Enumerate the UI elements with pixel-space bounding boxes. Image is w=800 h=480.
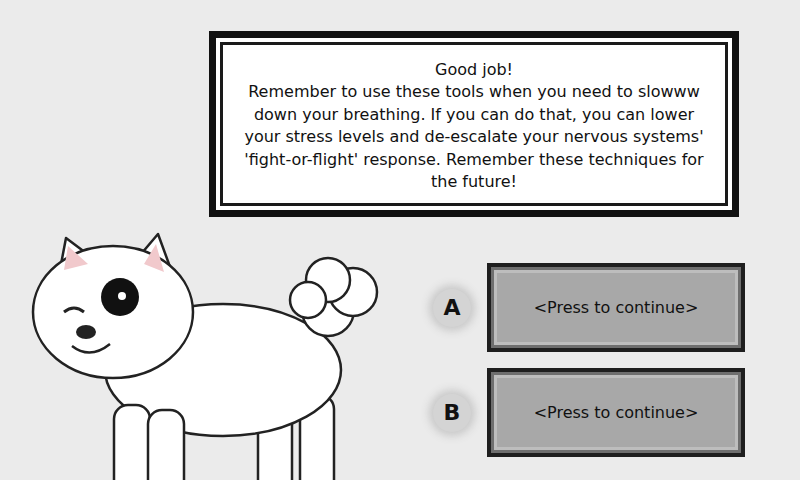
dialog-title: Good job! xyxy=(237,59,711,81)
continue-button[interactable]: <Press to continue> xyxy=(487,368,745,457)
choice-list: A <Press to continue> B <Press to continue> xyxy=(433,263,745,457)
choice-key: B xyxy=(433,394,471,432)
samoyed-dog-icon xyxy=(28,230,388,480)
continue-button[interactable]: <Press to continue> xyxy=(487,263,745,352)
dialog-text: Good job! Remember to use these tools wh… xyxy=(220,42,728,206)
game-scene: Good job! Remember to use these tools wh… xyxy=(0,42,800,480)
choice-key: A xyxy=(433,289,471,327)
choice-row: B <Press to continue> xyxy=(433,368,745,457)
dialog-message: Remember to use these tools when you nee… xyxy=(237,81,711,193)
choice-row: A <Press to continue> xyxy=(433,263,745,352)
dialog-box: Good job! Remember to use these tools wh… xyxy=(213,42,735,215)
